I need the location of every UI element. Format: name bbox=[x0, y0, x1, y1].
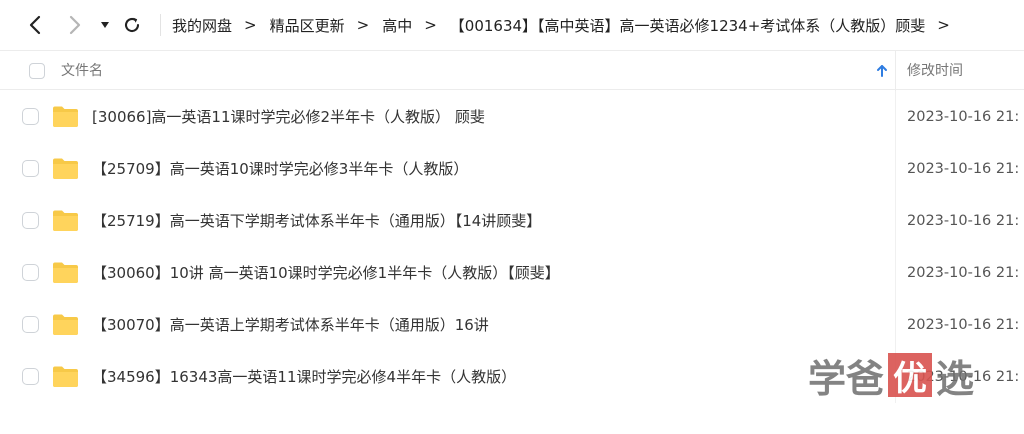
row-checkbox[interactable] bbox=[22, 212, 39, 229]
caret-down-icon bbox=[101, 22, 109, 28]
file-name[interactable]: 【34596】16343高一英语11课时学完必修4半年卡（人教版） bbox=[92, 351, 516, 403]
breadcrumb-item-high-school[interactable]: 高中 bbox=[382, 15, 412, 36]
file-row[interactable]: 【34596】16343高一英语11课时学完必修4半年卡（人教版） 2023-1… bbox=[0, 351, 1024, 403]
column-divider bbox=[895, 351, 896, 403]
column-divider bbox=[895, 91, 896, 143]
column-header-name[interactable]: 文件名 bbox=[61, 51, 103, 91]
breadcrumb-item-updates[interactable]: 精品区更新 bbox=[270, 15, 345, 36]
breadcrumb-separator: > bbox=[424, 16, 437, 34]
file-name[interactable]: 【25719】高一英语下学期考试体系半年卡（通用版）【14讲顾斐】 bbox=[92, 195, 541, 247]
file-name[interactable]: 【30070】高一英语上学期考试体系半年卡（通用版）16讲 bbox=[92, 299, 489, 351]
folder-icon bbox=[53, 210, 78, 231]
row-checkbox[interactable] bbox=[22, 264, 39, 281]
folder-icon bbox=[53, 158, 78, 179]
folder-icon bbox=[53, 262, 78, 283]
history-dropdown-button[interactable] bbox=[92, 12, 118, 38]
folder-icon bbox=[53, 106, 78, 127]
file-list: [30066]高一英语11课时学完必修2半年卡（人教版） 顾斐 2023-10-… bbox=[0, 91, 1024, 403]
toolbar-divider bbox=[160, 14, 161, 36]
file-modified-time: 2023-10-16 21: bbox=[907, 161, 1020, 177]
file-modified-time: 2023-10-16 21: bbox=[907, 369, 1020, 385]
row-checkbox[interactable] bbox=[22, 368, 39, 385]
column-divider[interactable] bbox=[895, 51, 896, 91]
forward-button[interactable] bbox=[62, 12, 88, 38]
breadcrumb-separator: > bbox=[244, 16, 257, 34]
column-divider bbox=[895, 299, 896, 351]
column-header-modified[interactable]: 修改时间 bbox=[907, 51, 963, 91]
file-row[interactable]: 【25719】高一英语下学期考试体系半年卡（通用版）【14讲顾斐】 2023-1… bbox=[0, 195, 1024, 247]
folder-icon bbox=[53, 314, 78, 335]
file-modified-time: 2023-10-16 21: bbox=[907, 213, 1020, 229]
file-row[interactable]: 【25709】高一英语10课时学完必修3半年卡（人教版） 2023-10-16 … bbox=[0, 143, 1024, 195]
file-name[interactable]: 【30060】10讲 高一英语10课时学完必修1半年卡（人教版）【顾斐】 bbox=[92, 247, 560, 299]
chevron-right-icon bbox=[69, 15, 81, 35]
file-modified-time: 2023-10-16 21: bbox=[907, 265, 1020, 281]
breadcrumb-separator: > bbox=[937, 16, 950, 34]
file-row[interactable]: 【30060】10讲 高一英语10课时学完必修1半年卡（人教版）【顾斐】 202… bbox=[0, 247, 1024, 299]
column-divider bbox=[895, 143, 896, 195]
file-list-header: 文件名 修改时间 bbox=[0, 50, 1024, 91]
column-divider bbox=[895, 195, 896, 247]
file-row[interactable]: [30066]高一英语11课时学完必修2半年卡（人教版） 顾斐 2023-10-… bbox=[0, 91, 1024, 143]
file-row[interactable]: 【30070】高一英语上学期考试体系半年卡（通用版）16讲 2023-10-16… bbox=[0, 299, 1024, 351]
toolbar: 我的网盘 > 精品区更新 > 高中 > 【001634】【高中英语】高一英语必修… bbox=[0, 0, 1024, 50]
breadcrumb-separator: > bbox=[356, 16, 370, 34]
file-modified-time: 2023-10-16 21: bbox=[907, 109, 1020, 125]
chevron-left-icon bbox=[29, 15, 41, 35]
breadcrumb-item-my-drive[interactable]: 我的网盘 bbox=[172, 15, 232, 36]
file-name[interactable]: 【25709】高一英语10课时学完必修3半年卡（人教版） bbox=[92, 143, 468, 195]
refresh-icon bbox=[125, 17, 140, 33]
row-checkbox[interactable] bbox=[22, 160, 39, 177]
file-modified-time: 2023-10-16 21: bbox=[907, 317, 1020, 333]
row-checkbox[interactable] bbox=[22, 316, 39, 333]
breadcrumb: 我的网盘 > 精品区更新 > 高中 > 【001634】【高中英语】高一英语必修… bbox=[172, 0, 963, 50]
row-checkbox[interactable] bbox=[22, 108, 39, 125]
back-button[interactable] bbox=[22, 12, 48, 38]
breadcrumb-item-current-folder[interactable]: 【001634】【高中英语】高一英语必修1234+考试体系（人教版）顾斐 bbox=[450, 15, 926, 36]
file-name[interactable]: [30066]高一英语11课时学完必修2半年卡（人教版） 顾斐 bbox=[92, 91, 485, 143]
folder-icon bbox=[53, 366, 78, 387]
column-divider bbox=[895, 247, 896, 299]
arrow-up-icon[interactable] bbox=[875, 64, 889, 78]
select-all-checkbox[interactable] bbox=[29, 63, 45, 79]
refresh-button[interactable] bbox=[119, 12, 145, 38]
